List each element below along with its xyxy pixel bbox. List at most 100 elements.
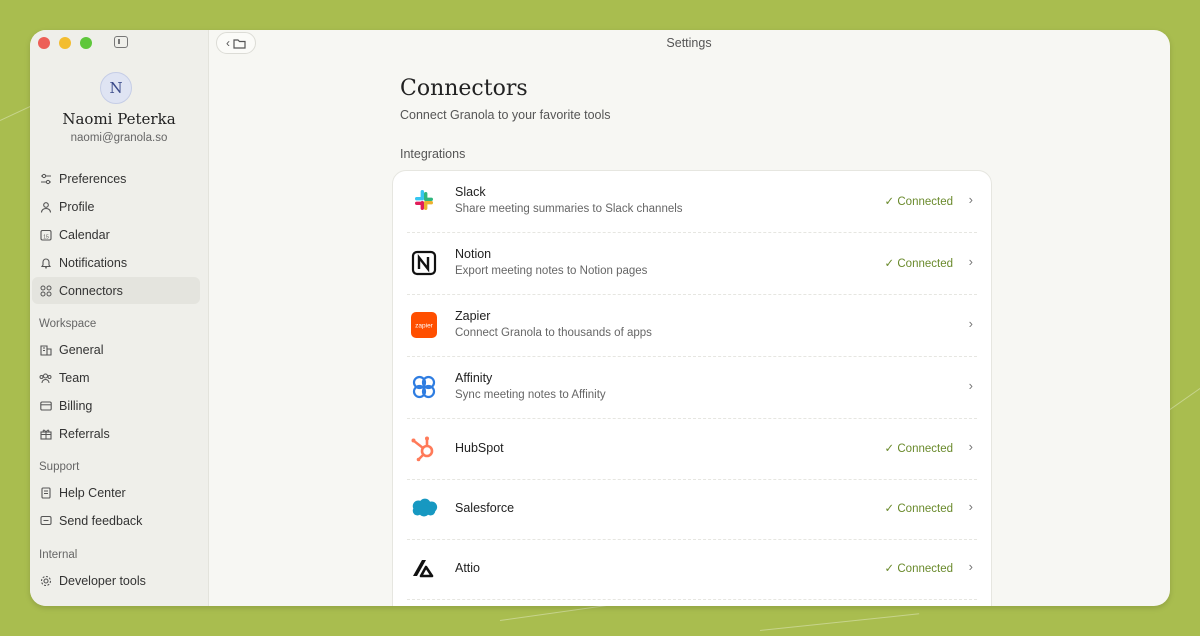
sidebar-item-general[interactable]: General	[32, 336, 200, 363]
sidebar-item-send-feedback[interactable]: Send feedback	[32, 507, 200, 534]
calendar-icon: 15	[39, 228, 52, 241]
integration-description: Export meeting notes to Notion pages	[455, 265, 648, 277]
settings-window: N Naomi Peterka naomi@granola.so Prefere…	[30, 30, 1170, 606]
sidebar-item-label: Notifications	[59, 255, 128, 270]
zoom-window-button[interactable]	[80, 37, 92, 49]
connected-status: ✓ Connected	[885, 501, 953, 515]
sidebar-item-label: Billing	[59, 398, 93, 413]
svg-text:15: 15	[43, 234, 49, 240]
chevron-right-icon[interactable]: ›	[969, 559, 973, 574]
section-label-internal: Internal	[39, 549, 78, 561]
person-icon	[39, 200, 52, 213]
integration-name: Salesforce	[455, 501, 515, 515]
hubspot-icon	[409, 433, 439, 463]
sidebar-item-label: Team	[59, 370, 90, 385]
page-title: Connectors	[400, 76, 528, 101]
integration-row-affinity[interactable]: Affinity Sync meeting notes to Affinity ›	[407, 357, 977, 419]
section-label-support: Support	[39, 461, 80, 473]
sidebar-item-profile[interactable]: Profile	[32, 193, 200, 220]
sliders-icon	[39, 172, 52, 185]
status-label: Connected	[897, 196, 953, 208]
feedback-icon	[39, 514, 52, 527]
integration-row-slack[interactable]: Slack Share meeting summaries to Slack ch…	[407, 171, 977, 233]
top-bar: ‹ Settings	[208, 30, 1170, 56]
zapier-icon: zapier	[409, 310, 439, 340]
attio-icon	[409, 553, 439, 583]
status-label: Connected	[897, 563, 953, 575]
sidebar-item-billing[interactable]: Billing	[32, 392, 200, 419]
sidebar-item-label: Referrals	[59, 426, 110, 441]
affinity-icon	[409, 372, 439, 402]
integration-description: Share meeting summaries to Slack channel…	[455, 203, 683, 215]
chevron-right-icon[interactable]: ›	[969, 378, 973, 393]
building-icon	[39, 343, 52, 356]
status-label: Connected	[897, 443, 953, 455]
integration-row-zapier[interactable]: zapier Zapier Connect Granola to thousands…	[407, 295, 977, 357]
minimize-window-button[interactable]	[59, 37, 71, 49]
close-window-button[interactable]	[38, 37, 50, 49]
notion-icon	[409, 248, 439, 278]
chevron-right-icon[interactable]: ›	[969, 499, 973, 514]
integration-description: Connect Granola to thousands of apps	[455, 327, 652, 339]
chevron-right-icon[interactable]: ›	[969, 439, 973, 454]
page-subtitle: Connect Granola to your favorite tools	[400, 108, 611, 122]
integration-name: Zapier	[455, 309, 491, 323]
sidebar-item-label: Profile	[59, 199, 95, 214]
check-icon: ✓	[884, 503, 895, 515]
integration-name: Notion	[455, 247, 492, 261]
sidebar-item-connectors[interactable]: Connectors	[32, 277, 200, 304]
sidebar-item-notifications[interactable]: Notifications	[32, 249, 200, 276]
status-label: Connected	[897, 503, 953, 515]
chevron-right-icon[interactable]: ›	[969, 192, 973, 207]
card-icon	[39, 399, 52, 412]
sidebar-item-preferences[interactable]: Preferences	[32, 165, 200, 192]
svg-text:zapier: zapier	[415, 323, 434, 330]
integration-name: Attio	[455, 561, 481, 575]
check-icon: ✓	[884, 443, 895, 455]
bell-icon	[39, 256, 52, 269]
integration-name: Affinity	[455, 371, 493, 385]
connectors-icon	[39, 284, 52, 297]
team-icon	[39, 371, 52, 384]
slack-icon	[409, 186, 439, 216]
integration-row-attio[interactable]: Attio ✓ Connected ›	[407, 538, 977, 600]
integrations-list: Slack Share meeting summaries to Slack ch…	[392, 170, 992, 606]
connected-status: ✓ Connected	[885, 561, 953, 575]
sidebar-toggle-icon[interactable]	[114, 36, 128, 48]
user-name: Naomi Peterka	[62, 110, 176, 128]
sidebar-item-team[interactable]: Team	[32, 364, 200, 391]
sidebar-item-help-center[interactable]: Help Center	[32, 479, 200, 506]
sidebar-item-label: Send feedback	[59, 513, 143, 528]
connected-status: ✓ Connected	[885, 256, 953, 270]
integration-row-hubspot[interactable]: HubSpot ✓ Connected ›	[407, 418, 977, 480]
sidebar-item-referrals[interactable]: Referrals	[32, 420, 200, 447]
sidebar-item-calendar[interactable]: 15 Calendar	[32, 221, 200, 248]
sidebar-item-label: Connectors	[59, 283, 123, 298]
sidebar-item-label: Developer tools	[59, 573, 146, 588]
integration-name: HubSpot	[455, 441, 504, 455]
integration-name: Slack	[455, 185, 486, 199]
chevron-right-icon[interactable]: ›	[969, 254, 973, 269]
section-label-workspace: Workspace	[39, 318, 97, 330]
check-icon: ✓	[884, 563, 895, 575]
gear-icon	[39, 574, 52, 587]
integration-description: Sync meeting notes to Affinity	[455, 389, 606, 401]
window-title: Settings	[666, 36, 712, 50]
sidebar-item-label: General	[59, 342, 104, 357]
connected-status: ✓ Connected	[885, 441, 953, 455]
sidebar: N Naomi Peterka naomi@granola.so Prefere…	[30, 30, 209, 606]
chevron-right-icon[interactable]: ›	[969, 316, 973, 331]
integration-row-salesforce[interactable]: Salesforce ✓ Connected ›	[407, 478, 977, 540]
sidebar-item-label: Calendar	[59, 227, 110, 242]
book-icon	[39, 486, 52, 499]
integrations-label: Integrations	[400, 147, 466, 161]
salesforce-icon	[409, 493, 439, 523]
integration-row-notion[interactable]: Notion Export meeting notes to Notion pag…	[407, 233, 977, 295]
check-icon: ✓	[884, 196, 895, 208]
user-email: naomi@granola.so	[70, 132, 168, 144]
connected-status: ✓ Connected	[885, 194, 953, 208]
window-controls	[38, 37, 92, 49]
avatar: N	[100, 72, 132, 104]
sidebar-item-label: Help Center	[59, 485, 126, 500]
sidebar-item-developer-tools[interactable]: Developer tools	[32, 567, 200, 594]
